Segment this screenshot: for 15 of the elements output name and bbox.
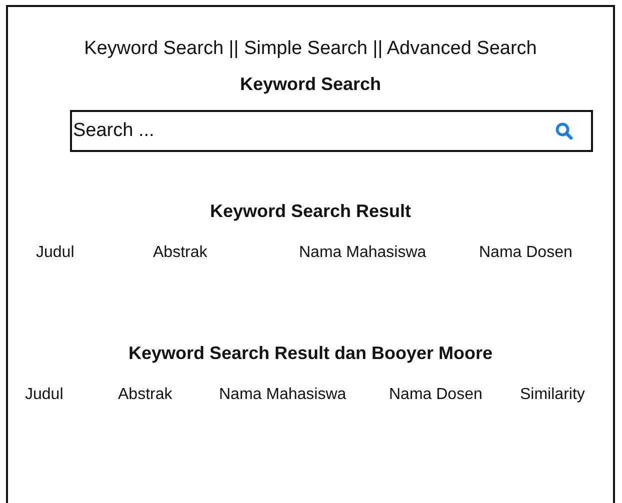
section-heading: Keyword Search Result	[208, 201, 412, 222]
column-header: Similarity	[520, 386, 586, 404]
column-header: Nama Mahasiswa	[219, 386, 348, 404]
search-icon[interactable]	[555, 122, 573, 140]
column-header: Abstrak	[153, 244, 208, 262]
column-header: Nama Mahasiswa	[299, 244, 428, 262]
section-heading: Keyword Search Result dan Booyer Moore	[127, 343, 494, 364]
column-header: Judul	[25, 386, 64, 404]
column-header: Judul	[36, 244, 76, 262]
column-header: Abstrak	[118, 386, 174, 404]
page-title: Keyword Search	[238, 74, 382, 95]
column-header: Nama Dosen	[389, 386, 484, 404]
navigation-text: Keyword Search || Simple Search || Advanced Search	[84, 38, 537, 60]
search-field[interactable]: Search ...	[70, 110, 593, 152]
column-header: Nama Dosen	[479, 244, 574, 262]
